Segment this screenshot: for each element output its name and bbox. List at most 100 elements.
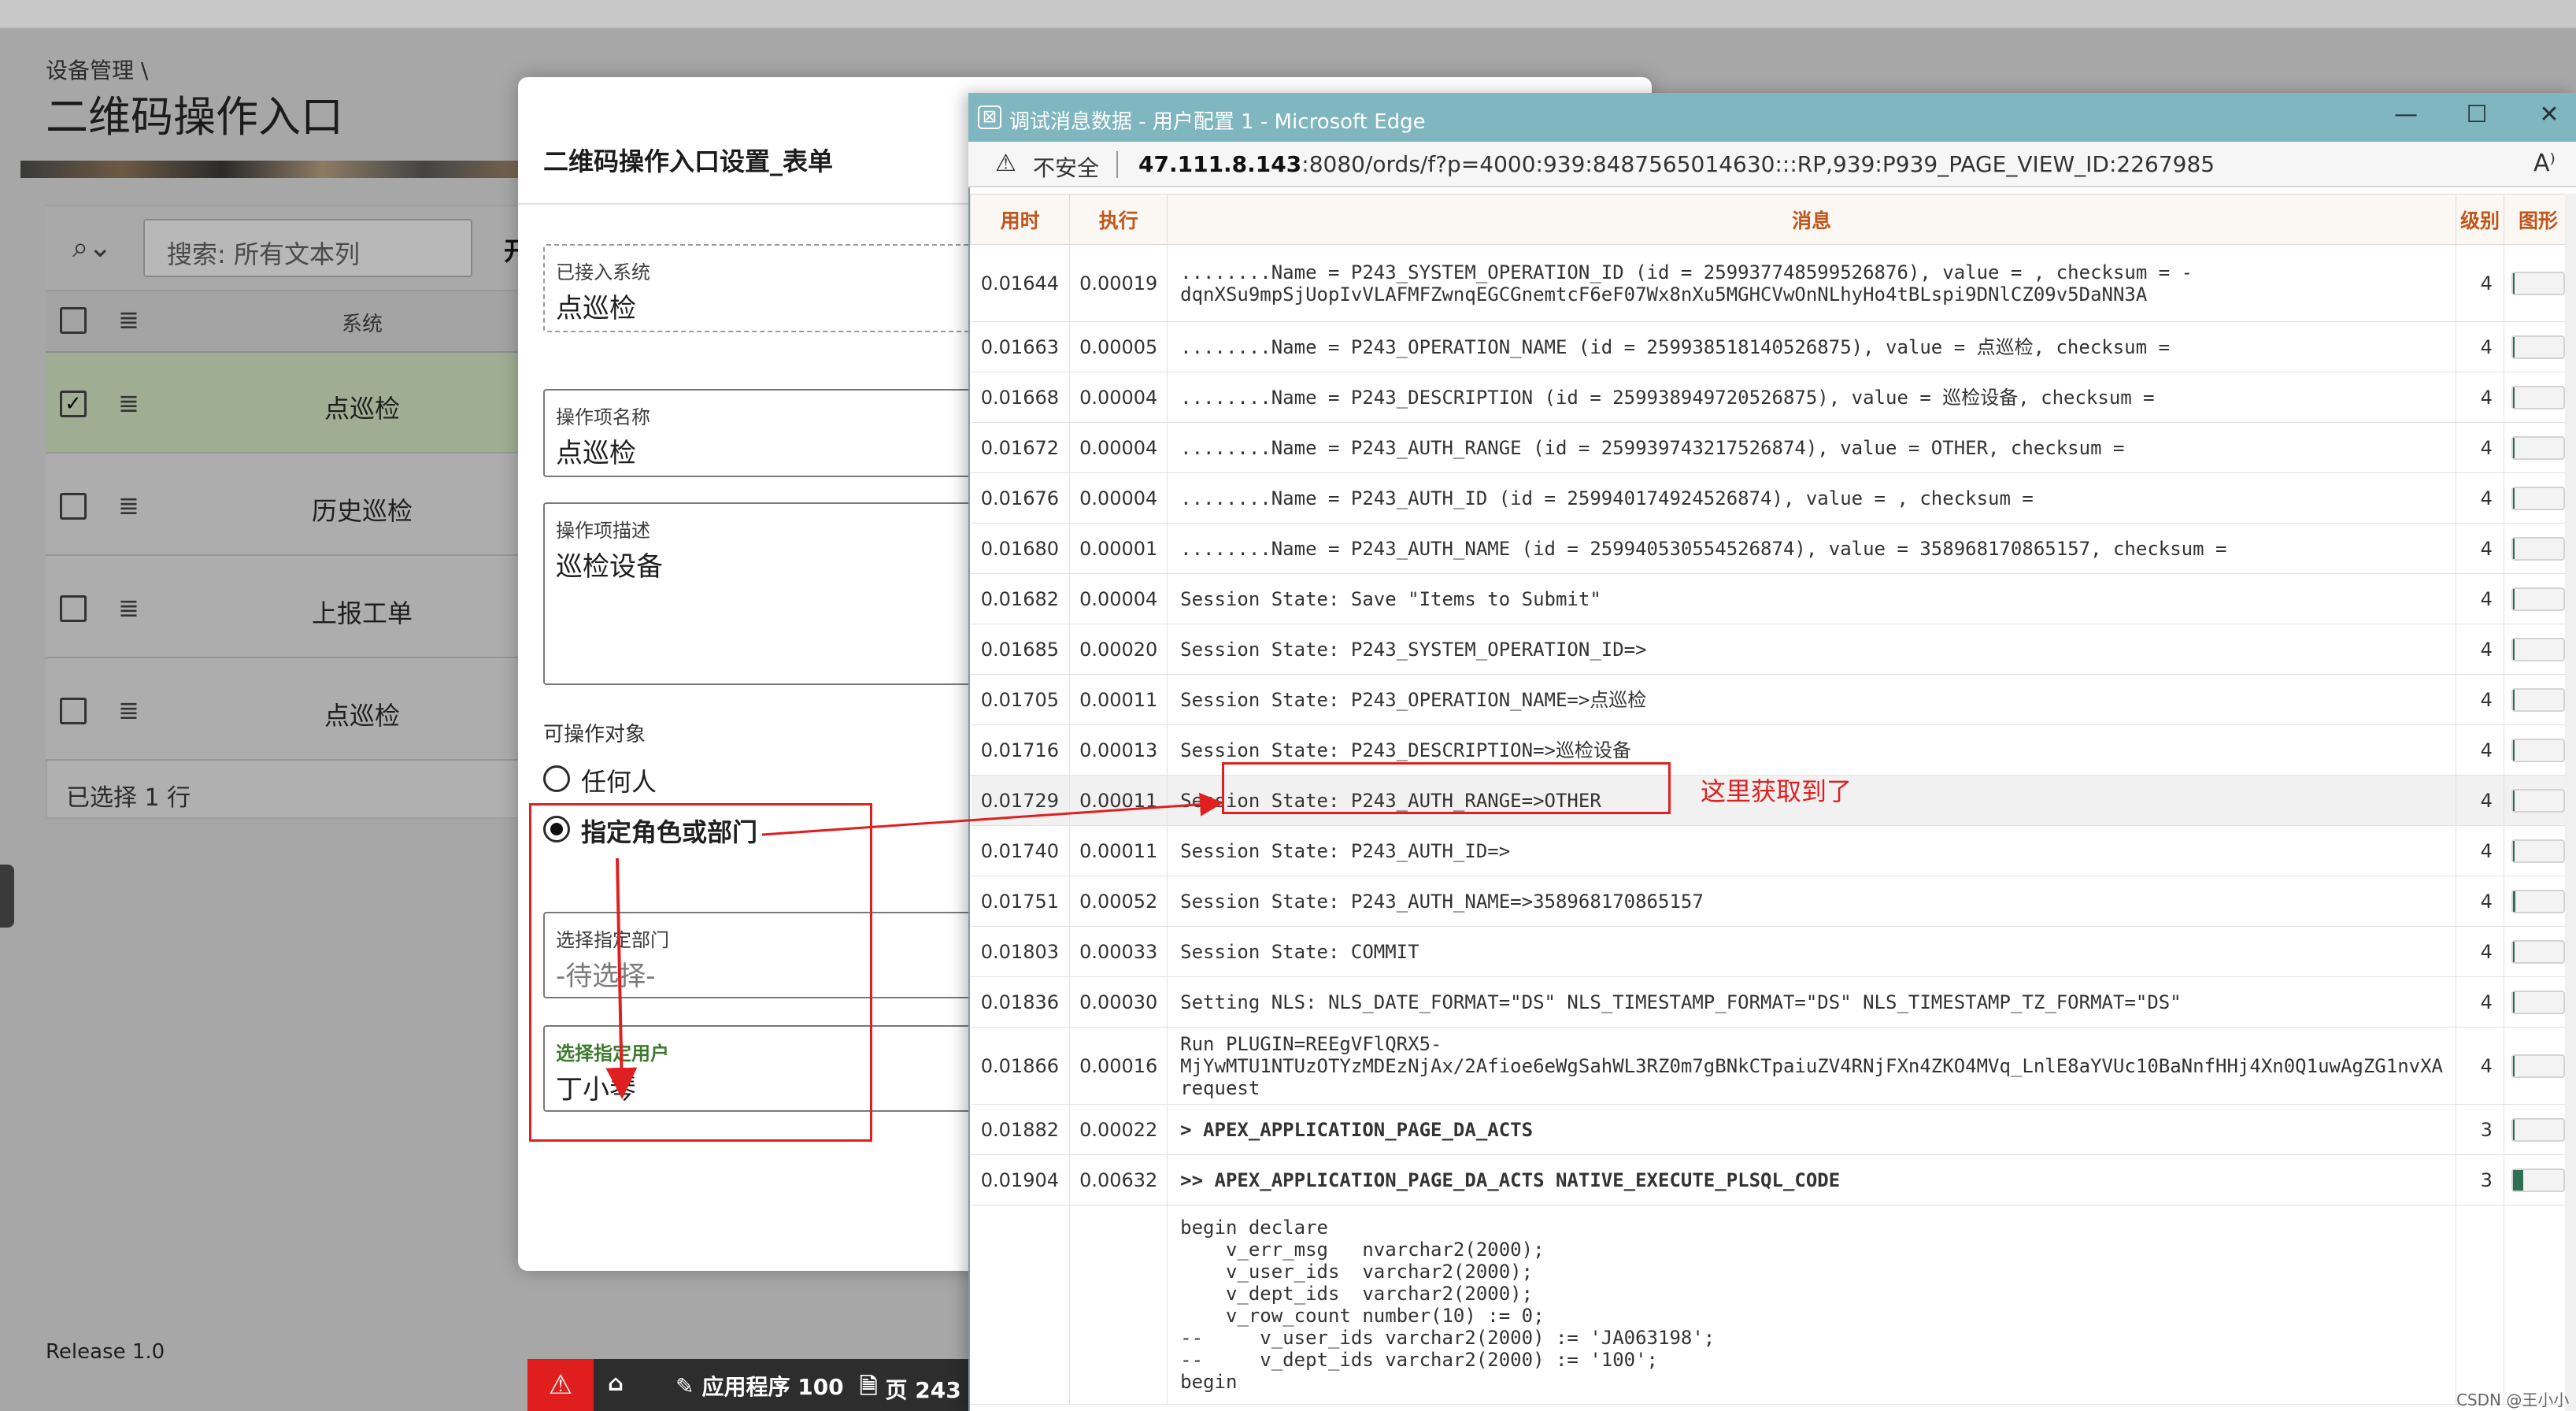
maximize-icon[interactable]: ☐ [2461,101,2493,128]
release-label: Release 1.0 [46,1340,165,1364]
radio-anyone[interactable] [543,765,570,792]
cell-elapsed: 0.01682 [970,573,1071,624]
row-system-cell: 上报工单 [311,598,413,628]
elapsed-gauge [2511,536,2565,561]
field-value[interactable]: 巡检设备 [556,545,663,583]
table-header-row: 用时 执行 消息 级别 图形 [969,194,2574,245]
cell-level: 4 [2456,674,2504,725]
cell-exec: 0.00011 [1069,674,1168,725]
breadcrumb[interactable]: 设备管理 \ [46,54,148,85]
row-menu-icon[interactable]: ≣ [118,391,143,416]
cell-elapsed: 0.01705 [970,674,1071,725]
debug-rows: 0.01644 0.00019 ........Name = P243_SYSTEM… [970,244,2574,1405]
elapsed-gauge [2511,435,2565,460]
home-icon[interactable]: ⌂ [608,1370,624,1396]
url-text[interactable]: 47.111.8.143:8080/ords/f?p=4000:939:8487… [1138,151,2215,177]
watermark: CSDN @王小小鸭 [2456,1391,2570,1409]
cell-exec: 0.00022 [1069,1104,1168,1155]
cell-exec: 0.00004 [1069,472,1168,524]
cell-graph [2504,876,2574,927]
cell-message: ........Name = P243_AUTH_ID (id = 259940… [1167,472,2456,524]
cell-message: ........Name = P243_OPERATION_NAME (id =… [1167,321,2456,372]
insecure-label[interactable]: 不安全 [1033,151,1099,183]
row-checkbox[interactable] [60,595,87,622]
page-label: 页 243 [885,1377,961,1403]
cell-message: Session State: Save "Items to Submit" [1167,573,2456,624]
cell-level: 3 [2456,1104,2504,1155]
row-checkbox-checked[interactable]: ✓ [60,391,87,417]
warning-icon[interactable]: ⚠ [527,1359,594,1411]
cell-exec: 0.00016 [1069,1027,1168,1105]
cell-level: 4 [2456,976,2504,1028]
cell-exec: 0.00033 [1069,926,1168,977]
cell-exec: 0.00004 [1069,422,1168,473]
window-title: 调试消息数据 - 用户配置 1 - Microsoft Edge [1009,110,1426,134]
app-button[interactable]: ✎ 应用程序 100 [675,1370,844,1402]
app-label: 应用程序 100 [701,1374,844,1400]
grid-header-system[interactable]: 系统 [165,291,559,353]
row-menu-icon[interactable]: ≣ [118,698,143,723]
search-input[interactable]: 搜索: 所有文本列 [143,219,472,277]
cell-exec: 0.00004 [1069,372,1168,423]
minimize-icon[interactable]: — [2390,101,2422,128]
cell-message: >> APEX_APPLICATION_PAGE_DA_ACTS NATIVE_… [1167,1154,2456,1205]
app-top-bar [0,0,2576,28]
window-app-icon: ⊠ [978,106,1001,129]
operation-description-field[interactable]: 操作项描述 巡检设备 [543,502,1016,685]
side-drawer-handle[interactable] [0,865,14,928]
table-row: 0.01751 0.00052 Session State: P243_AUTH_N… [970,876,2574,927]
cell-elapsed: 0.01729 [970,775,1071,826]
cell-exec: 0.00020 [1069,624,1168,675]
col-level[interactable]: 级别 [2456,194,2504,245]
cell-graph [2504,422,2574,473]
cell-level: 4 [2456,244,2504,322]
cell-exec: 0.00030 [1069,976,1168,1028]
cell-exec: 0.00004 [1069,573,1168,624]
table-row: 0.01685 0.00020 Session State: P243_SYSTEM… [970,624,2574,675]
page-button[interactable]: 🗎 页 243 [860,1370,961,1408]
row-checkbox[interactable] [60,493,87,520]
table-row: 0.01676 0.00004 ........Name = P243_AUTH_I… [970,472,2574,524]
cell-elapsed: 0.01676 [970,472,1071,524]
cell-elapsed: 0.01668 [970,372,1071,423]
field-value[interactable]: 点巡检 [556,431,636,470]
operation-name-field[interactable]: 操作项名称 点巡检 [543,389,1016,477]
header-menu-icon[interactable]: ≣ [118,307,143,332]
col-exec[interactable]: 执行 [1069,194,1168,245]
read-aloud-icon[interactable]: A⁾ [2533,150,2556,177]
cell-message: Session State: P243_AUTH_NAME=>358968170… [1167,876,2456,927]
cell-level [2456,1205,2504,1405]
search-icon[interactable]: ⌕⌄ [72,231,112,268]
col-elapsed[interactable]: 用时 [969,194,1071,245]
radio-anyone-label[interactable]: 任何人 [581,762,657,798]
row-menu-icon[interactable]: ≣ [118,493,143,518]
annotation-box-message [1222,762,1671,814]
warning-triangle-icon[interactable]: ⚠ [995,150,1016,177]
vertical-scrollbar[interactable] [2565,194,2576,1411]
url-host: 47.111.8.143 [1138,151,1302,177]
cell-message: ........Name = P243_SYSTEM_OPERATION_ID … [1167,244,2456,322]
cell-graph [2504,244,2574,322]
cell-level: 4 [2456,624,2504,675]
cell-elapsed: 0.01663 [970,321,1071,372]
row-menu-icon[interactable]: ≣ [118,595,143,620]
elapsed-gauge [2511,788,2565,813]
table-row: 0.01705 0.00011 Session State: P243_OPERAT… [970,674,2574,725]
row-checkbox[interactable] [60,698,87,724]
table-row-code: begin declare v_err_msg nvarchar2(2000);… [970,1205,2574,1405]
cell-graph [2504,1027,2574,1105]
cell-graph [2504,1205,2574,1405]
select-all-checkbox[interactable] [60,307,87,334]
dialog-title: 二维码操作入口设置_表单 [543,146,834,176]
edit-icon: ✎ [675,1372,694,1399]
cell-level: 4 [2456,321,2504,372]
cell-message: Session State: COMMIT [1167,926,2456,977]
col-message[interactable]: 消息 [1167,194,2456,245]
cell-level: 4 [2456,1027,2504,1105]
elapsed-gauge [2511,889,2565,913]
cell-level: 4 [2456,775,2504,826]
close-icon[interactable]: ✕ [2533,101,2565,128]
cell-level: 4 [2456,422,2504,473]
cell-exec: 0.00052 [1069,876,1168,927]
col-graph[interactable]: 图形 [2503,194,2574,245]
